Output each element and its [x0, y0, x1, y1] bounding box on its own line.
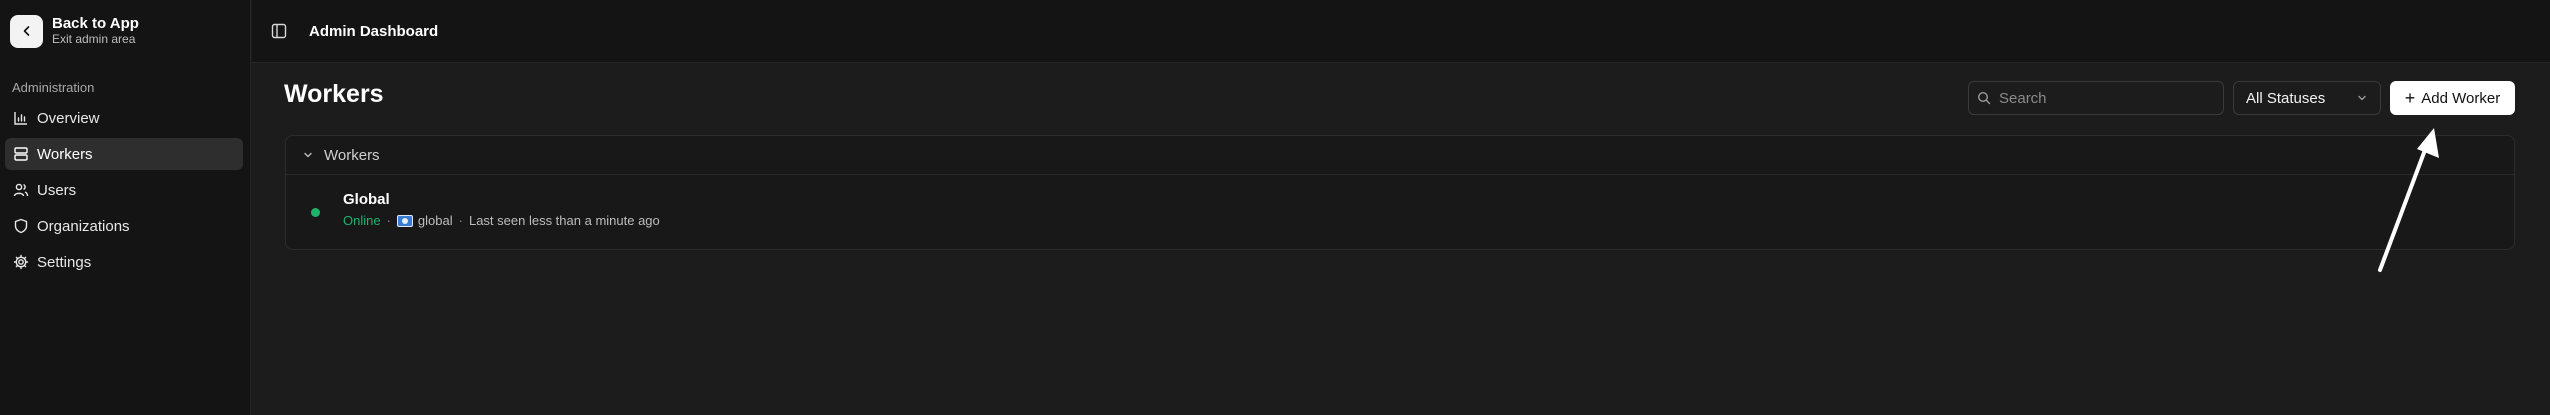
worker-status: Online: [343, 213, 381, 228]
page-title: Workers: [284, 80, 384, 108]
topbar-title: Admin Dashboard: [309, 22, 439, 40]
chevron-down-icon: [302, 149, 314, 161]
add-worker-button[interactable]: + Add Worker: [2390, 81, 2515, 115]
sidebar-toggle-icon[interactable]: [270, 22, 288, 40]
search-input[interactable]: [1999, 89, 2219, 107]
workers-group-header[interactable]: Workers: [286, 136, 2514, 175]
sidebar-item-settings[interactable]: Settings: [5, 246, 243, 278]
users-icon: [13, 182, 29, 198]
sidebar-item-label: Workers: [37, 145, 93, 163]
sidebar-item-label: Settings: [37, 253, 92, 271]
status-filter-select[interactable]: All Statuses: [2233, 81, 2381, 115]
admin-app: Back to App Exit admin area Administrati…: [0, 0, 2550, 415]
shield-icon: [13, 218, 29, 234]
search-field[interactable]: [1968, 81, 2224, 115]
sidebar-item-label: Users: [37, 181, 77, 199]
sidebar-nav: Overview Workers Users Organizations Set…: [5, 102, 243, 282]
globe-flag-icon: [396, 214, 413, 227]
pointer-arrow-icon: [2378, 128, 2439, 272]
search-icon: [1977, 91, 1991, 105]
plus-icon: +: [2404, 88, 2416, 108]
sidebar: Back to App Exit admin area Administrati…: [0, 0, 251, 415]
top-bar: Admin Dashboard: [252, 0, 2550, 63]
sidebar-item-overview[interactable]: Overview: [5, 102, 243, 134]
gear-icon: [13, 254, 29, 270]
worker-last-seen: Last seen less than a minute ago: [468, 213, 660, 228]
separator-dot: ·: [386, 213, 391, 228]
workers-group-label: Workers: [324, 146, 380, 164]
worker-row[interactable]: Global Online · global · Last seen less …: [286, 175, 2514, 250]
workers-group-panel: Workers Global Online · global · Last se…: [285, 135, 2515, 250]
back-title: Back to App: [52, 15, 139, 33]
section-label: Administration: [12, 80, 95, 95]
chevron-down-icon: [2356, 92, 2368, 104]
status-filter-value: All Statuses: [2246, 89, 2326, 107]
back-subtitle: Exit admin area: [52, 31, 136, 46]
status-dot: [311, 208, 320, 217]
sidebar-item-users[interactable]: Users: [5, 174, 243, 206]
sidebar-item-organizations[interactable]: Organizations: [5, 210, 243, 242]
back-to-app-button[interactable]: Back to App Exit admin area: [10, 12, 230, 50]
worker-name: Global: [343, 191, 390, 208]
sidebar-item-workers[interactable]: Workers: [5, 138, 243, 170]
worker-meta: Online · global · Last seen less than a …: [343, 213, 660, 228]
sidebar-item-label: Organizations: [37, 217, 130, 235]
sidebar-item-label: Overview: [37, 109, 100, 127]
worker-region: global: [417, 213, 453, 228]
chevron-left-icon: [10, 14, 43, 48]
separator-dot: ·: [458, 213, 463, 228]
bar-chart-icon: [13, 110, 29, 126]
add-worker-label: Add Worker: [2421, 89, 2501, 107]
server-icon: [13, 146, 29, 162]
